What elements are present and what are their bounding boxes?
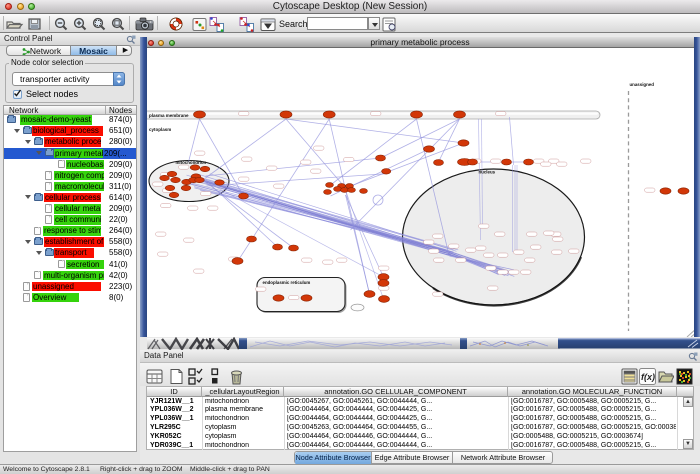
svg-text:unassigned: unassigned [629,82,654,87]
svg-text:f(x): f(x) [641,372,655,382]
svg-text:nucleus: nucleus [478,170,495,175]
svg-text:plasma membrane: plasma membrane [149,113,189,118]
svg-text:endoplasmic reticulum: endoplasmic reticulum [262,280,310,285]
svg-text:cytoplasm: cytoplasm [149,127,171,132]
svg-text:mitochondrion: mitochondrion [175,160,206,165]
